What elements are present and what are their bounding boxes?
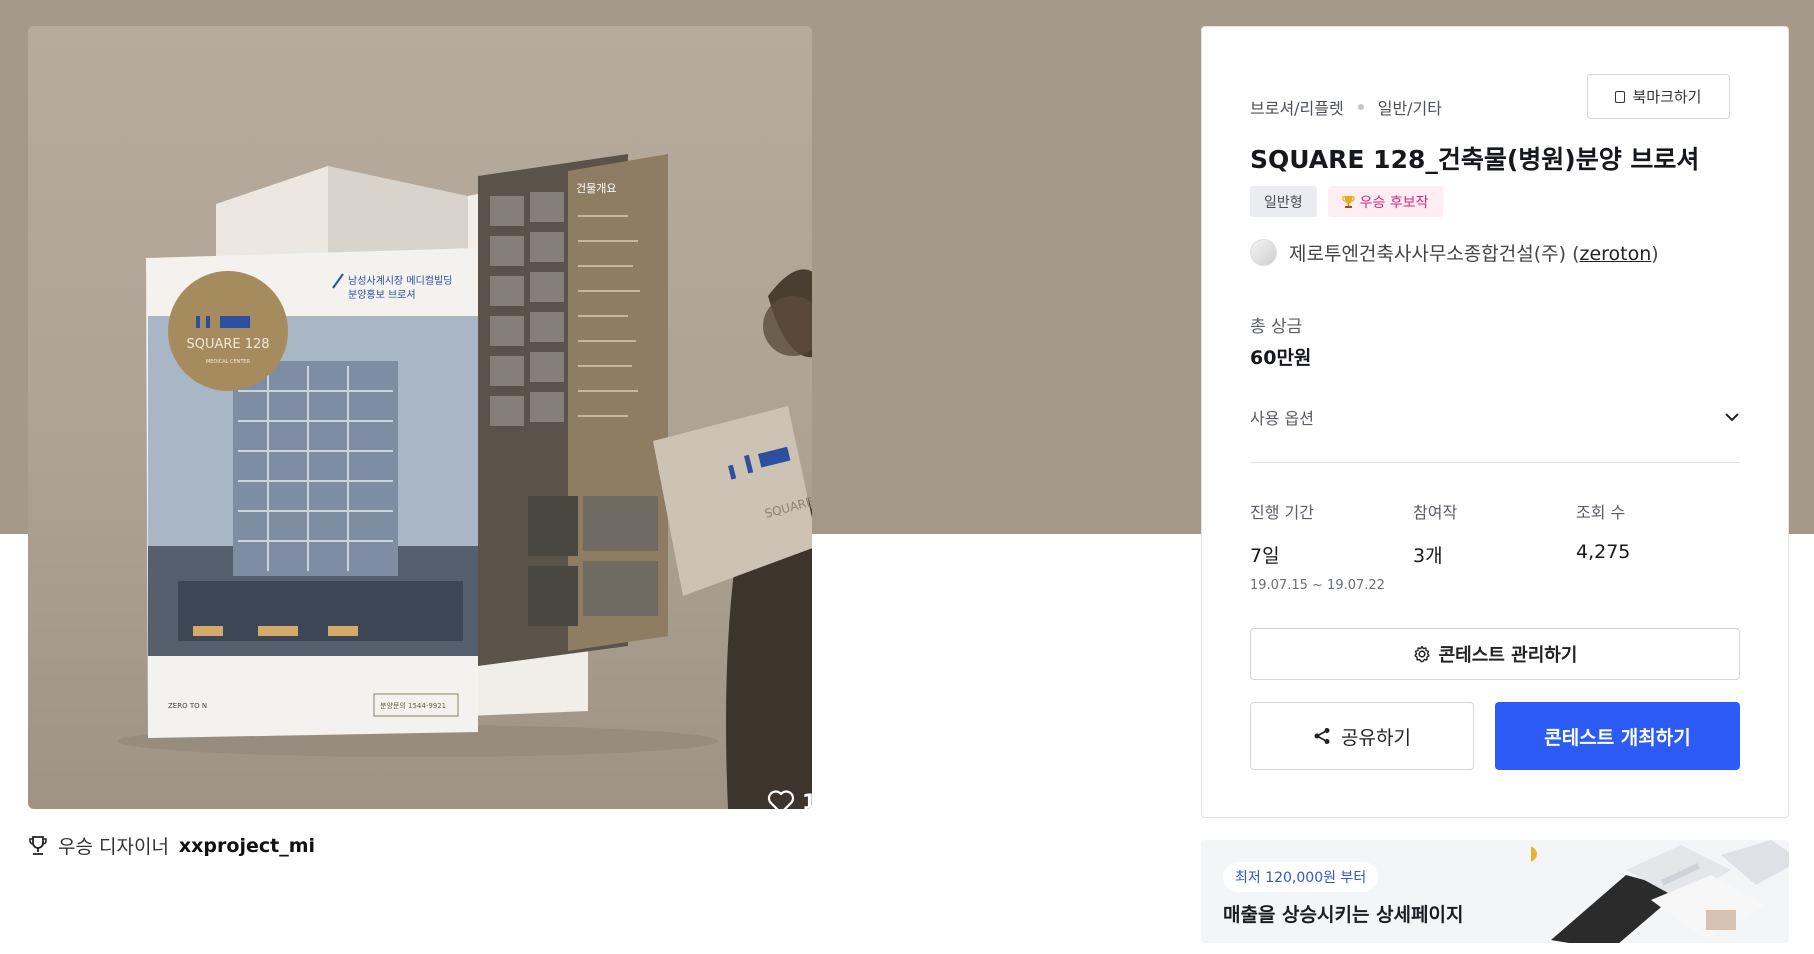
heart-icon [767, 790, 795, 809]
type-tag-label: 일반형 [1264, 194, 1303, 211]
host-contest-label: 콘테스트 개최하기 [1544, 726, 1691, 749]
cover-heading-1: 남성사계시장 메디컬빌딩 [348, 274, 452, 287]
price-badge: 최저 120,000원 부터 [1223, 862, 1379, 892]
hero-image[interactable]: 건물개요 SQUARE 128 [28, 26, 812, 809]
gear-icon [1413, 645, 1430, 663]
overview-label: 건물개요 [576, 182, 616, 195]
trophy-icon [1342, 195, 1355, 208]
award-tag: 우승 후보작 [1327, 186, 1443, 217]
prize-label: 총 상금 [1250, 317, 1303, 337]
breadcrumb-separator [1357, 104, 1364, 110]
stat-entries: 참여작 3개 [1413, 499, 1457, 568]
entries-value: 3개 [1413, 545, 1443, 567]
contest-title: SQUARE 128_건축물(병원)분양 브로셔 [1250, 145, 1700, 174]
like-button[interactable]: 13 [767, 789, 812, 809]
views-value: 4,275 [1576, 541, 1631, 563]
breadcrumb-category[interactable]: 브로셔/리플렛 [1250, 95, 1344, 119]
owner-name: 제로투엔건축사사무소종합건설(주) [1289, 243, 1567, 265]
tag-list: 일반형 우승 후보작 [1250, 186, 1443, 217]
host-contest-button[interactable]: 콘테스트 개최하기 [1495, 702, 1740, 770]
entries-label: 참여작 [1413, 503, 1458, 522]
bookmark-button[interactable]: 북마크하기 [1587, 74, 1730, 119]
avatar [1250, 239, 1277, 266]
options-dropdown[interactable]: 사용 옵션 [1250, 397, 1740, 437]
period-label: 진행 기간 [1250, 503, 1314, 522]
trophy-icon [29, 835, 47, 855]
promo-banner-art [1531, 840, 1789, 943]
share-label: 공유하기 [1341, 726, 1411, 749]
like-count: 13 [802, 790, 812, 809]
bookmark-label: 북마크하기 [1632, 88, 1702, 106]
share-icon [1314, 728, 1330, 744]
banner-title: 매출을 상승시키는 상세페이지 [1223, 904, 1464, 926]
type-tag: 일반형 [1250, 186, 1317, 217]
award-tag-label: 우승 후보작 [1359, 194, 1429, 211]
contest-owner: 제로투엔건축사사무소종합건설(주) (zeroton) [1250, 239, 1659, 266]
options-label: 사용 옵션 [1250, 409, 1314, 428]
manage-contest-label: 콘테스트 관리하기 [1438, 645, 1578, 666]
cover-inquiry: 분양문의 1544-9921 [380, 701, 446, 710]
chevron-down-icon [1725, 413, 1739, 422]
prize-value: 60만원 [1250, 347, 1312, 369]
stat-period: 진행 기간 7일 19.07.15 ~ 19.07.22 [1250, 499, 1385, 593]
views-label: 조회 수 [1576, 503, 1626, 522]
bookmark-icon [1615, 90, 1626, 103]
owner-handle-link[interactable]: zeroton [1579, 243, 1651, 265]
stat-views: 조회 수 4,275 [1576, 499, 1630, 563]
contest-info-card: 브로셔/리플렛 일반/기타 북마크하기 SQUARE 128_건축물(병원)분양… [1201, 26, 1789, 818]
manage-contest-button[interactable]: 콘테스트 관리하기 [1250, 628, 1740, 680]
period-value: 7일 [1250, 545, 1280, 567]
cover-logo-sub: MEDICAL CENTER [206, 359, 251, 365]
winner-designer: 우승 디자이너 xxproject_mi [28, 832, 315, 859]
breadcrumb: 브로셔/리플렛 일반/기타 [1250, 95, 1442, 119]
period-range: 19.07.15 ~ 19.07.22 [1250, 578, 1385, 593]
breadcrumb-subcategory[interactable]: 일반/기타 [1378, 95, 1442, 119]
cover-heading-2: 분양홍보 브로셔 [348, 288, 416, 301]
cover-brand: ZERO TO N [168, 702, 207, 710]
promo-banner[interactable]: 최저 120,000원 부터 매출을 상승시키는 상세페이지 [1201, 840, 1789, 943]
winner-label: 우승 디자이너 [58, 836, 169, 858]
winner-name[interactable]: xxproject_mi [179, 835, 315, 857]
cover-logo-text: SQUARE 128 [186, 337, 269, 352]
share-button[interactable]: 공유하기 [1250, 702, 1474, 770]
divider [1250, 462, 1740, 463]
brochure-mockup-illustration: 건물개요 SQUARE 128 [118, 154, 812, 809]
